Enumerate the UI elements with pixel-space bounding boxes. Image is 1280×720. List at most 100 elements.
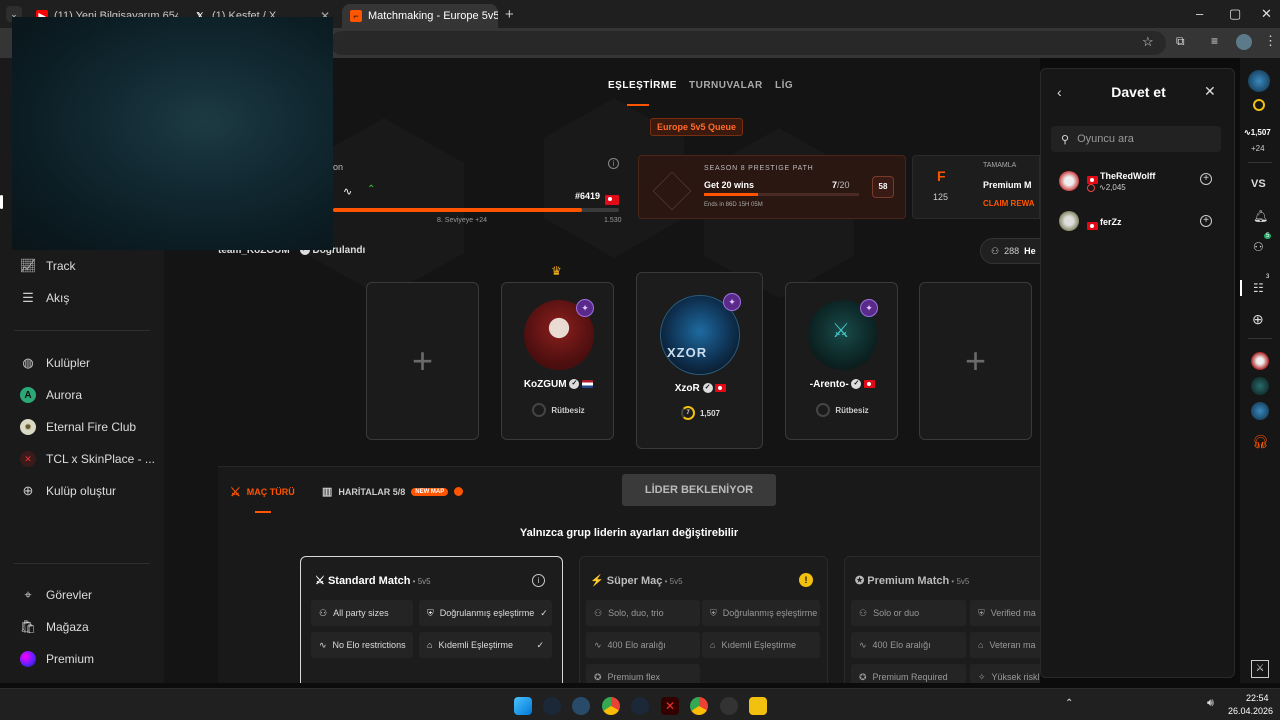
user-avatar[interactable]	[1248, 70, 1270, 92]
tab-title: Matchmaking - Europe 5v5 Qu...	[368, 10, 498, 22]
faceit-logo-icon[interactable]: ⚔	[1251, 660, 1269, 678]
player-search-input[interactable]: ⚲ Oyuncu ara	[1051, 126, 1221, 152]
premium-badge-icon: ✦	[723, 293, 741, 311]
chrome-icon[interactable]	[602, 697, 620, 715]
trend-up-icon: ⌃	[367, 184, 376, 195]
info-icon[interactable]: i	[608, 158, 619, 169]
player-elo-row: 7 1,507	[637, 406, 764, 420]
info-icon[interactable]: i	[532, 574, 545, 587]
sidebar-item-aurora[interactable]: A Aurora	[20, 387, 82, 403]
players-icon: ⚇	[991, 245, 1000, 256]
friend-avatar	[1059, 171, 1079, 191]
lightning-icon: ⚡	[590, 575, 604, 587]
tray-chevron-icon[interactable]: ⌃	[1065, 698, 1073, 709]
tab-matchmaking[interactable]: EŞLEŞTİRME	[608, 80, 677, 91]
browser-tab-faceit[interactable]: ⌐ Matchmaking - Europe 5v5 Qu... ✕	[342, 4, 498, 28]
sidebar-item-track[interactable]: 📈︎ Track	[20, 258, 76, 274]
close-window-icon[interactable]: ✕	[1261, 6, 1272, 22]
xzor-logo-text: XZOR	[667, 345, 708, 360]
tab-label: HARİTALAR 5/8	[338, 486, 406, 497]
notification-dot	[454, 487, 464, 496]
support-headset-icon[interactable]: 🎧︎	[1252, 434, 1269, 450]
empty-party-slot[interactable]: +	[919, 282, 1032, 440]
notifications-bell-icon[interactable]: 🔔︎	[1253, 209, 1268, 223]
match-settings-panel: ⚔ MAÇ TÜRÜ ▥ HARİTALAR 5/8 NEW MAP LİDER…	[218, 466, 1040, 683]
bookmark-star-icon[interactable]: ☆	[1142, 34, 1154, 50]
sidebar-item-shop[interactable]: 🛍︎ Mağaza	[20, 619, 89, 635]
minimize-icon[interactable]: –	[1196, 6, 1203, 21]
party-member-card[interactable]: ✦ KoZGUM ✓ Rütbesiz	[501, 282, 614, 440]
profile-avatar[interactable]	[1236, 34, 1252, 50]
sidebar-item-clubs[interactable]: ◍ Kulüpler	[20, 355, 90, 371]
new-tab-button[interactable]: +	[505, 6, 514, 23]
prestige-progress-count: 7/20	[832, 180, 850, 190]
sidebar-item-premium[interactable]: Premium	[20, 651, 94, 667]
party-member-card[interactable]: ⚔︎ ✦ -Arento- ✓ Rütbesiz	[785, 282, 898, 440]
mode-card-standard[interactable]: ⚔ Standard Match • 5v5 i ⚇ All party size…	[300, 556, 563, 683]
mode-card-premium[interactable]: ✪ Premium Match • 5v5 ⚇ Solo or duo ⛨ Veri…	[844, 556, 1040, 683]
tray-volume-icon[interactable]: 🔊︎	[1207, 697, 1214, 710]
player-stats-card[interactable]: on i ∿ ⌃ #6419 8. Seviyeye +24 1.530	[333, 150, 629, 230]
maximize-icon[interactable]: ▢	[1229, 6, 1241, 22]
divider	[14, 563, 150, 564]
mode-option: ✪ Premium flex	[586, 664, 700, 683]
chrome-icon[interactable]	[690, 697, 708, 715]
mode-option: ⌂ Kıdemli Eşleştirme ✓	[419, 632, 552, 658]
online-players-pill[interactable]: ⚇ 288 He	[980, 238, 1040, 264]
party-count-badge: 3	[1266, 274, 1270, 280]
app-icon[interactable]	[572, 697, 590, 715]
sidebar-item-label: Kulüp oluştur	[46, 484, 117, 498]
invite-add-button[interactable]: +	[1200, 215, 1212, 227]
mode-card-super[interactable]: ⚡ Süper Maç • 5v5 ! ⚇ Solo, duo, trio ⛨ Do…	[579, 556, 828, 683]
claim-reward-card[interactable]: F 125 TAMAMLA Premium M CLAIM REWA	[912, 155, 1040, 219]
party-member-card-self[interactable]: XZOR ✦ XzoR ✓ 7 1,507	[636, 272, 763, 449]
warning-icon[interactable]: !	[799, 573, 813, 587]
club-avatar[interactable]	[1251, 402, 1269, 420]
app-x-icon[interactable]: ✕	[661, 697, 679, 715]
windows-start-icon[interactable]	[514, 697, 532, 715]
club-avatar[interactable]	[1251, 377, 1269, 395]
steam-icon[interactable]	[631, 697, 649, 715]
claim-reward-link[interactable]: CLAIM REWA	[983, 199, 1035, 208]
app-icon[interactable]	[720, 697, 738, 715]
invite-add-button[interactable]: +	[1200, 173, 1212, 185]
friends-icon[interactable]: ⚇	[1253, 240, 1264, 254]
prestige-path-card[interactable]: SEASON 8 PRESTIGE PATH Get 20 wins 7/20 …	[638, 155, 906, 219]
add-club-icon[interactable]: ⊕	[1252, 311, 1264, 328]
sidebar-item-feed[interactable]: ☰ Akış	[20, 290, 69, 306]
prestige-progress-fill	[704, 193, 759, 196]
empty-party-slot[interactable]: +	[366, 282, 479, 440]
sidebar-item-tcl[interactable]: ✕ TCL x SkinPlace - ...	[20, 451, 155, 467]
sidebar-item-label: Kulüpler	[46, 356, 91, 370]
friend-row[interactable]: TheRedWolff ∿2,045 +	[1059, 169, 1219, 197]
add-player-icon: +	[411, 340, 434, 381]
faceit-icon: ⌐	[350, 10, 362, 22]
sidebar-item-missions[interactable]: ⌖ Görevler	[20, 587, 92, 603]
rail-elo: ∿1,507	[1244, 128, 1271, 137]
plus-circle-icon: ⊕	[22, 483, 34, 498]
turkey-flag-icon	[864, 380, 876, 389]
sidebar-item-create-club[interactable]: ⊕ Kulüp oluştur	[20, 483, 117, 499]
club-avatar[interactable]	[1251, 352, 1269, 370]
address-input[interactable]	[330, 31, 1166, 55]
app-icon[interactable]	[749, 697, 767, 715]
steam-icon[interactable]	[543, 697, 561, 715]
leader-waiting-button[interactable]: LİDER BEKLENİYOR	[622, 474, 776, 506]
browser-menu-icon[interactable]: ⋮	[1264, 33, 1277, 49]
extensions-icon[interactable]: ⧉	[1176, 34, 1185, 49]
media-control-icon[interactable]: ≡	[1211, 34, 1218, 48]
invite-panel: ‹ Davet et ✕ ⚲ Oyuncu ara TheRedWolff ∿2…	[1040, 68, 1235, 678]
friend-row[interactable]: ferZz +	[1059, 211, 1219, 235]
tab-tournaments[interactable]: TURNUVALAR	[689, 80, 763, 91]
tab-match-type[interactable]: ⚔ MAÇ TÜRÜ	[230, 485, 295, 499]
check-icon: ✓	[536, 639, 544, 650]
sidebar-item-eternal-fire[interactable]: ✹ Eternal Fire Club	[20, 419, 136, 435]
verified-check-icon: ✓	[702, 383, 713, 394]
party-list-icon[interactable]: ☷	[1253, 281, 1264, 295]
versus-button[interactable]: VS	[1251, 178, 1266, 190]
close-icon[interactable]: ✕	[1204, 83, 1216, 100]
active-indicator	[0, 195, 3, 209]
tab-league[interactable]: LİG	[775, 80, 793, 91]
sidebar-item-label: Premium	[46, 652, 95, 666]
tab-maps[interactable]: ▥ HARİTALAR 5/8 NEW MAP	[322, 485, 464, 498]
